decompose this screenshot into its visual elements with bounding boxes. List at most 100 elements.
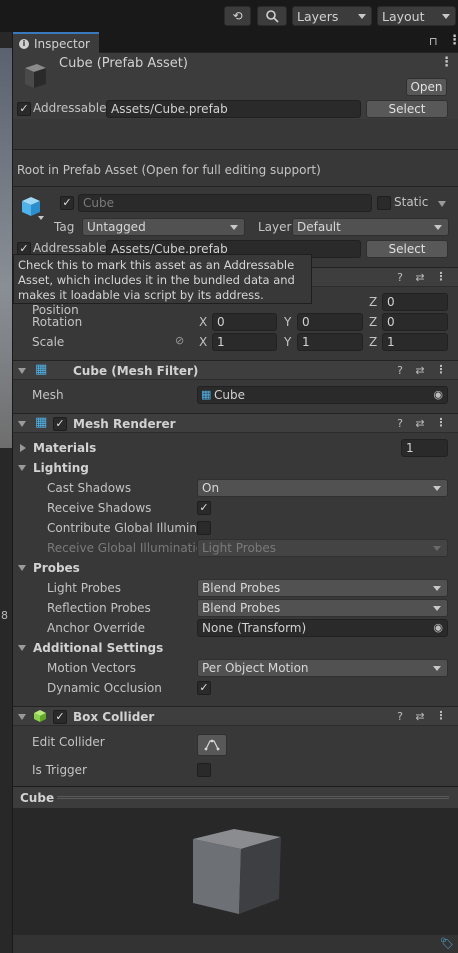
link-icon[interactable]: ⊘: [175, 334, 184, 347]
object-picker-icon[interactable]: ◉: [433, 387, 443, 403]
more-options-icon[interactable]: ⋮: [448, 33, 458, 48]
prefab-cube-icon: [19, 59, 51, 91]
motion-vectors-dropdown[interactable]: Per Object Motion: [197, 659, 448, 677]
more-options-icon[interactable]: ⋮: [434, 270, 448, 284]
reflection-probes-dropdown[interactable]: Blend Probes: [197, 599, 448, 617]
mesh-renderer-enabled-checkbox[interactable]: ✓: [53, 417, 67, 431]
rot-z-axis: Z: [369, 315, 378, 329]
help-icon[interactable]: ?: [393, 417, 407, 431]
tab-bar: i Inspector ⊓ ⋮: [13, 32, 458, 53]
collapse-icon[interactable]: [18, 714, 26, 720]
layer-dropdown[interactable]: Default: [292, 218, 449, 236]
collapse-icon[interactable]: [18, 368, 26, 374]
static-checkbox[interactable]: [377, 196, 391, 210]
is-trigger-checkbox[interactable]: [197, 763, 211, 777]
lock-icon[interactable]: ⊓: [429, 35, 438, 48]
scale-x-field[interactable]: 1: [212, 333, 277, 351]
active-checkbox[interactable]: ✓: [60, 196, 74, 210]
select-button[interactable]: Select: [366, 100, 448, 118]
preview-pane: Cube 🏷: [13, 786, 458, 953]
addressable-label: Addressable: [33, 101, 107, 115]
lighting-label[interactable]: Lighting: [33, 461, 89, 475]
is-trigger-label: Is Trigger: [32, 763, 87, 777]
scale-label: Scale: [32, 335, 65, 349]
scale-z-field[interactable]: 1: [382, 333, 448, 351]
preset-icon[interactable]: ⇄: [413, 364, 427, 378]
static-label: Static: [394, 195, 429, 209]
tag-value: Untagged: [87, 220, 146, 234]
rot-x-axis: X: [199, 315, 208, 329]
help-icon[interactable]: ?: [393, 710, 407, 724]
inspector-panel: Cube (Prefab Asset) ⋮ Open ✓ Addressable…: [13, 53, 458, 953]
object-picker-icon[interactable]: ◉: [433, 620, 443, 636]
tag-dropdown[interactable]: Untagged: [82, 218, 245, 236]
help-icon[interactable]: ?: [393, 364, 407, 378]
gameobject-cube-icon[interactable]: [19, 194, 47, 222]
object-select-button[interactable]: Select: [366, 240, 448, 258]
addressable-checkbox[interactable]: ✓: [17, 102, 31, 116]
preset-icon[interactable]: ⇄: [413, 271, 427, 285]
expand-icon[interactable]: [20, 444, 26, 452]
light-probes-dropdown[interactable]: Blend Probes: [197, 579, 448, 597]
scale-z-axis: Z: [369, 335, 378, 349]
info-icon: i: [19, 38, 29, 49]
reflection-probes-value: Blend Probes: [202, 601, 281, 615]
materials-count-field[interactable]: 1: [401, 439, 448, 457]
cast-shadows-dropdown[interactable]: On: [197, 479, 448, 497]
contribute-gi-checkbox[interactable]: [197, 521, 211, 535]
search-icon: [266, 10, 279, 23]
tab-inspector[interactable]: i Inspector: [13, 32, 99, 53]
additional-settings-label[interactable]: Additional Settings: [33, 641, 163, 655]
scene-sky: [0, 48, 12, 448]
more-options-icon[interactable]: ⋮: [434, 709, 448, 723]
receive-gi-value: Light Probes: [202, 541, 277, 555]
box-collider-enabled-checkbox[interactable]: ✓: [53, 710, 67, 724]
edit-collider-button[interactable]: [197, 734, 227, 756]
rotation-y-field[interactable]: 0: [297, 313, 363, 331]
help-icon[interactable]: ?: [393, 271, 407, 285]
search-button[interactable]: [257, 6, 287, 26]
static-chevron-icon[interactable]: [438, 201, 446, 207]
probes-label[interactable]: Probes: [33, 561, 80, 575]
preset-icon[interactable]: ⇄: [413, 417, 427, 431]
anchor-override-label: Anchor Override: [47, 621, 146, 635]
layers-dropdown[interactable]: Layers: [292, 6, 372, 26]
collapse-icon[interactable]: [18, 465, 26, 471]
receive-shadows-checkbox[interactable]: ✓: [197, 501, 211, 515]
layers-label: Layers: [297, 8, 339, 24]
dynamic-occlusion-checkbox[interactable]: ✓: [197, 681, 211, 695]
more-options-icon[interactable]: ⋮: [434, 363, 448, 377]
more-options-icon[interactable]: ⋮: [440, 55, 453, 70]
light-probes-label: Light Probes: [47, 581, 122, 595]
layout-dropdown[interactable]: Layout: [377, 6, 456, 26]
mesh-renderer-title: Mesh Renderer: [73, 417, 176, 431]
collapse-icon[interactable]: [18, 565, 26, 571]
receive-shadows-label: Receive Shadows: [47, 501, 152, 515]
preview-title: Cube: [20, 791, 55, 805]
anchor-override-field[interactable]: None (Transform) ◉: [197, 619, 448, 637]
anchor-override-value: None (Transform): [202, 621, 307, 635]
rotation-x-field[interactable]: 0: [212, 313, 277, 331]
open-button[interactable]: Open: [406, 78, 447, 96]
history-button[interactable]: ⟲: [224, 6, 251, 26]
chevron-down-icon: [442, 14, 450, 19]
materials-label[interactable]: Materials: [33, 441, 96, 455]
preset-icon[interactable]: ⇄: [413, 710, 427, 724]
preview-drag-handle[interactable]: [57, 796, 449, 799]
reflection-probes-label: Reflection Probes: [47, 601, 151, 615]
edit-collider-icon: [204, 739, 220, 751]
preview-header[interactable]: Cube: [13, 787, 458, 808]
label-tag-icon[interactable]: 🏷: [440, 937, 454, 950]
position-z-field[interactable]: 0: [382, 293, 448, 311]
layout-label: Layout: [382, 8, 425, 24]
addressable-tooltip: Check this to mark this asset as an Addr…: [13, 254, 312, 304]
more-options-icon[interactable]: ⋮: [434, 416, 448, 430]
name-field[interactable]: Cube: [78, 194, 372, 212]
collapse-icon[interactable]: [18, 645, 26, 651]
addressable-path-field[interactable]: Assets/Cube.prefab: [106, 100, 361, 118]
mesh-field[interactable]: ▦ Cube ◉: [197, 386, 448, 404]
scale-y-field[interactable]: 1: [297, 333, 363, 351]
rotation-z-field[interactable]: 0: [382, 313, 448, 331]
mesh-filter-icon: ▦: [35, 362, 48, 377]
collapse-icon[interactable]: [18, 421, 26, 427]
